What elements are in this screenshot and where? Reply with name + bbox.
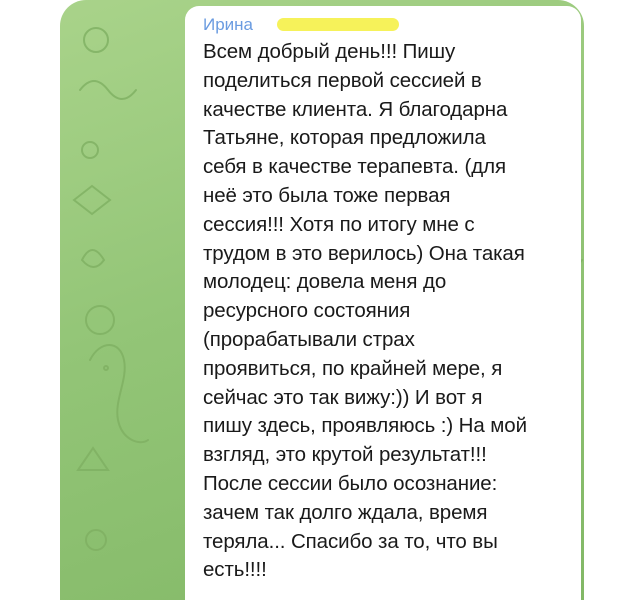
message-line: есть!!!! [203,558,267,582]
message-line: После сессии было осознание: [203,471,498,495]
message-line: сессия!!! Хотя по итогу мне с [203,212,475,236]
message-line: поделиться первой сессией в [203,68,482,92]
message-line: себя в качестве терапевта. (для [203,155,506,179]
message-line: ресурсного состояния [203,299,411,323]
message-line: взгляд, это крутой результат!!! [203,443,487,467]
message-line: сейчас это так вижу:)) И вот я [203,385,483,409]
sender-row: Ирина [203,12,567,38]
sender-name[interactable]: Ирина [203,15,253,34]
message-bubble: Ирина Всем добрый день!!! Пишу поделитьс… [185,6,581,600]
message-line: (прорабатывали страх [203,327,415,351]
message-line: зачем так долго ждала, время [203,500,488,524]
message-line: неё это была тоже первая [203,183,451,207]
message-line: Татьяне, которая предложила [203,126,486,150]
chat-background: Ирина Всем добрый день!!! Пишу поделитьс… [60,0,584,600]
redaction-marker [277,18,399,31]
message-line: молодец: довела меня до [203,270,447,294]
message-line: проявиться, по крайней мере, я [203,356,503,380]
message-line: Всем добрый день!!! Пишу [203,40,456,63]
message-line: пишу здесь, проявляюсь :) На мой [203,414,527,438]
message-text: Всем добрый день!!! Пишу поделиться перв… [203,38,567,585]
message-line: качестве клиента. Я благодарна [203,97,508,121]
message-line: теряла... Спасибо за то, что вы [203,529,498,553]
message-line: трудом в это верилось) Она такая [203,241,525,265]
